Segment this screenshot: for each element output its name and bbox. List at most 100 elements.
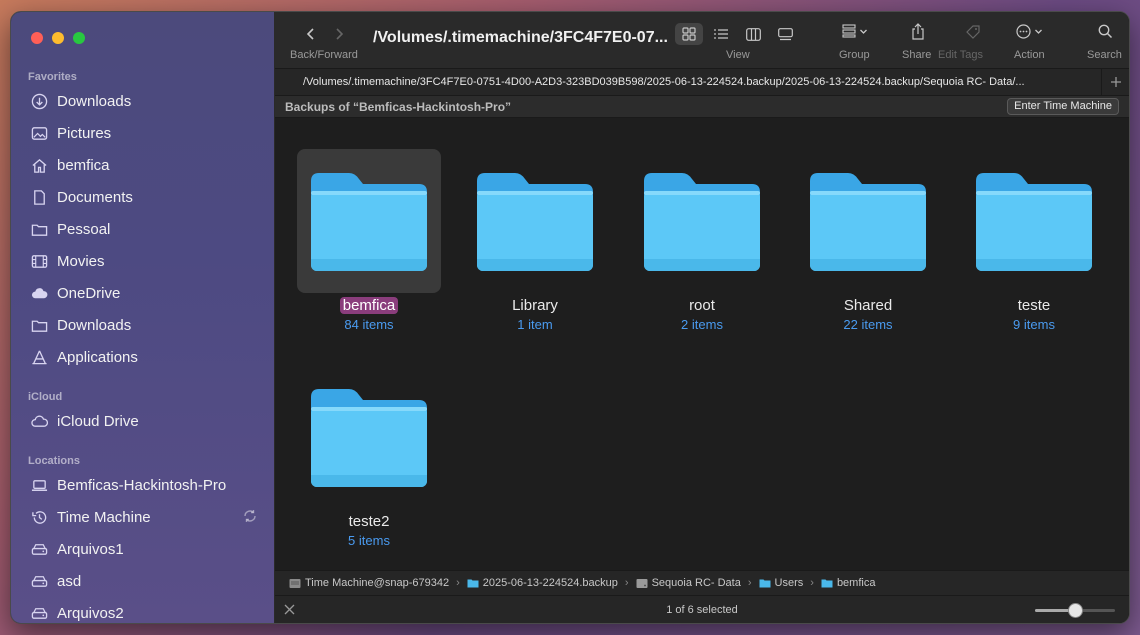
enter-time-machine-button[interactable]: Enter Time Machine bbox=[1007, 98, 1119, 115]
group-label: Group bbox=[839, 49, 870, 61]
sidebar-item-label: Arquivos2 bbox=[57, 604, 124, 622]
tag-icon bbox=[966, 25, 980, 39]
group-icon bbox=[842, 24, 856, 38]
chevron-right-icon: › bbox=[456, 577, 460, 589]
sidebar-item-downloads[interactable]: Downloads bbox=[11, 85, 274, 117]
sidebar-item-label: bemfica bbox=[57, 156, 110, 174]
main-pane: Back/Forward /Volumes/.timemachine/3FC4F… bbox=[275, 12, 1129, 623]
search-label: Search bbox=[1087, 49, 1122, 61]
new-tab-button[interactable] bbox=[1101, 69, 1129, 95]
time-machine-icon bbox=[30, 508, 48, 526]
folder-item-bemfica[interactable]: bemfica 84 items bbox=[297, 149, 441, 332]
sidebar-item-applications[interactable]: Applications bbox=[11, 341, 274, 373]
sidebar-item-label: Time Machine bbox=[57, 508, 151, 526]
item-count: 22 items bbox=[843, 317, 893, 332]
slider-knob[interactable] bbox=[1068, 603, 1083, 618]
share-icon bbox=[912, 23, 924, 40]
folder-icon bbox=[796, 149, 940, 293]
sidebar-item-computer[interactable]: Bemficas-Hackintosh-Pro bbox=[11, 469, 274, 501]
sidebar-item-home[interactable]: bemfica bbox=[11, 149, 274, 181]
item-count: 5 items bbox=[348, 533, 390, 548]
path-item[interactable]: bemfica bbox=[821, 577, 876, 589]
folder-icon bbox=[297, 149, 441, 293]
back-button[interactable] bbox=[305, 26, 317, 45]
zoom-button[interactable] bbox=[73, 32, 85, 44]
folder-item-library[interactable]: Library 1 item bbox=[463, 149, 607, 332]
action-button[interactable] bbox=[1016, 24, 1043, 39]
folder-icon bbox=[821, 579, 833, 588]
group-button[interactable] bbox=[842, 24, 868, 38]
list-view-button[interactable] bbox=[707, 23, 735, 45]
window-controls bbox=[31, 32, 85, 44]
edit-tags-button[interactable] bbox=[965, 24, 981, 40]
path-item[interactable]: Time Machine@snap-679342 bbox=[289, 577, 449, 589]
sidebar-item-downloads-2[interactable]: Downloads bbox=[11, 309, 274, 341]
icon-grid: bemfica 84 items Library 1 item root 2 i… bbox=[275, 119, 1129, 560]
download-icon bbox=[30, 92, 48, 110]
edit-tags-label: Edit Tags bbox=[938, 49, 984, 61]
folder-icon bbox=[759, 579, 771, 588]
folder-name: teste2 bbox=[348, 513, 390, 530]
folder-item-teste2[interactable]: teste2 5 items bbox=[297, 365, 441, 548]
folder-name: Library bbox=[512, 297, 558, 314]
sidebar-item-documents[interactable]: Documents bbox=[11, 181, 274, 213]
selection-status: 1 of 6 selected bbox=[666, 604, 738, 616]
icloud-heading: iCloud bbox=[28, 391, 63, 403]
back-forward-group bbox=[305, 26, 345, 45]
path-item[interactable]: Sequoia RC- Data bbox=[636, 577, 741, 589]
sidebar-item-time-machine[interactable]: Time Machine bbox=[11, 501, 274, 533]
time-machine-bar: Backups of “Bemficas-Hackintosh-Pro” Ent… bbox=[275, 96, 1129, 118]
folder-icon bbox=[467, 579, 479, 588]
icon-size-slider[interactable] bbox=[1035, 603, 1115, 618]
sidebar-item-icloud-drive[interactable]: iCloud Drive bbox=[11, 405, 274, 437]
sidebar-item-movies[interactable]: Movies bbox=[11, 245, 274, 277]
search-button[interactable] bbox=[1098, 24, 1113, 39]
folder-icon bbox=[297, 365, 441, 509]
ellipsis-circle-icon bbox=[1016, 24, 1031, 39]
sidebar-item-pictures[interactable]: Pictures bbox=[11, 117, 274, 149]
window-title: /Volumes/.timemachine/3FC4F7E0-07... bbox=[373, 29, 668, 46]
search-icon bbox=[1098, 24, 1113, 39]
chevron-right-icon: › bbox=[747, 577, 752, 589]
sidebar-item-onedrive[interactable]: OneDrive bbox=[11, 277, 274, 309]
minimize-button[interactable] bbox=[52, 32, 64, 44]
sidebar-item-label: Arquivos1 bbox=[57, 540, 124, 558]
tab-path[interactable]: /Volumes/.timemachine/3FC4F7E0-0751-4D00… bbox=[303, 76, 1083, 88]
chevron-right-icon: › bbox=[624, 577, 629, 589]
folder-icon bbox=[30, 220, 48, 238]
path-bar: Time Machine@snap-679342 › 2025-06-13-22… bbox=[275, 570, 1129, 595]
sidebar-item-label: OneDrive bbox=[57, 284, 121, 302]
item-count: 9 items bbox=[1013, 317, 1055, 332]
forward-button[interactable] bbox=[333, 26, 345, 45]
sidebar-item-label: iCloud Drive bbox=[57, 412, 139, 430]
share-button[interactable] bbox=[911, 23, 925, 40]
path-item[interactable]: Users bbox=[759, 577, 803, 589]
close-button[interactable] bbox=[31, 32, 43, 44]
sidebar-item-arquivos1[interactable]: Arquivos1 bbox=[11, 533, 274, 565]
sidebar-item-asd[interactable]: asd bbox=[11, 565, 274, 597]
sidebar-item-pessoal[interactable]: Pessoal bbox=[11, 213, 274, 245]
folder-icon bbox=[463, 149, 607, 293]
path-item[interactable]: 2025-06-13-224524.backup bbox=[467, 577, 618, 589]
folder-item-shared[interactable]: Shared 22 items bbox=[796, 149, 940, 332]
folder-item-teste[interactable]: teste 9 items bbox=[962, 149, 1106, 332]
sidebar: Favorites Downloads Pictures bemfica Doc… bbox=[11, 12, 275, 623]
icon-view-button[interactable] bbox=[675, 23, 703, 45]
gallery-view-button[interactable] bbox=[771, 23, 799, 45]
folder-item-root[interactable]: root 2 items bbox=[630, 149, 774, 332]
applications-icon bbox=[30, 348, 48, 366]
sidebar-item-label: Applications bbox=[57, 348, 138, 366]
view-label: View bbox=[726, 49, 750, 61]
column-view-button[interactable] bbox=[739, 23, 767, 45]
time-machine-drive-icon bbox=[289, 578, 301, 588]
status-bar: 1 of 6 selected bbox=[275, 595, 1129, 623]
sidebar-item-label: Pessoal bbox=[57, 220, 111, 238]
sidebar-item-label: Downloads bbox=[57, 92, 132, 110]
disk-icon bbox=[636, 578, 648, 588]
finder-window: Favorites Downloads Pictures bemfica Doc… bbox=[10, 11, 1130, 624]
sidebar-item-arquivos2[interactable]: Arquivos2 bbox=[11, 597, 274, 623]
path-item-label: bemfica bbox=[836, 577, 876, 589]
folder-name: teste bbox=[1017, 297, 1051, 314]
document-icon bbox=[30, 188, 48, 206]
path-item-label: Sequoia RC- Data bbox=[651, 577, 741, 589]
